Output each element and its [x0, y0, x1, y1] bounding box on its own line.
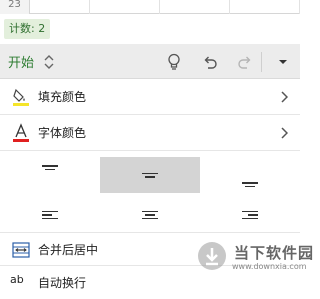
- tab-start-label: 开始: [8, 56, 35, 71]
- wrap-text-icon: ab: [10, 273, 24, 286]
- align-left-icon: [42, 210, 58, 220]
- font-color-label: 字体颜色: [38, 126, 87, 140]
- align-middle-center-icon: [142, 172, 158, 178]
- count-badge: 计数: 2: [4, 19, 51, 39]
- chevron-right-icon: [280, 116, 289, 151]
- align-top-center-button[interactable]: [0, 157, 100, 193]
- download-logo-icon: [196, 240, 228, 272]
- align-bottom-center-button[interactable]: [200, 157, 300, 193]
- align-center-icon: [142, 210, 158, 220]
- watermark: 当下软件园 www.downxia.com: [196, 238, 313, 278]
- watermark-url: www.downxia.com: [232, 262, 307, 271]
- chevron-right-icon: [280, 80, 289, 115]
- align-right-icon: [242, 210, 258, 220]
- toolbar-divider: [261, 52, 262, 72]
- row-number: 23: [0, 0, 30, 14]
- undo-icon[interactable]: [201, 53, 219, 71]
- tab-selector[interactable]: 开始: [8, 44, 54, 79]
- align-right-button[interactable]: [200, 197, 300, 233]
- redo-icon[interactable]: [236, 53, 254, 71]
- spreadsheet-strip[interactable]: 23: [0, 0, 300, 14]
- merge-center-label: 合并后居中: [38, 243, 99, 257]
- font-color-icon: [12, 123, 30, 143]
- align-middle-center-button[interactable]: [100, 157, 200, 193]
- wrap-text-label: 自动换行: [38, 276, 87, 290]
- chevron-updown-icon: [44, 54, 54, 69]
- fill-bucket-icon: [12, 87, 30, 107]
- cell[interactable]: [90, 0, 160, 14]
- fill-color-label: 填充颜色: [38, 90, 87, 104]
- dropdown-icon[interactable]: [274, 53, 292, 71]
- align-center-button[interactable]: [100, 197, 200, 233]
- cell[interactable]: [30, 0, 90, 14]
- status-bar: 计数: 2: [0, 14, 300, 44]
- ribbon-toolbar: 开始: [0, 44, 300, 79]
- align-bottom-center-icon: [242, 182, 258, 187]
- cell[interactable]: [230, 0, 300, 14]
- watermark-brand: 当下软件园: [234, 244, 315, 262]
- lightbulb-icon[interactable]: [165, 53, 183, 71]
- font-color-row[interactable]: 字体颜色: [0, 116, 300, 151]
- align-top-center-icon: [42, 165, 58, 170]
- cell[interactable]: [160, 0, 230, 14]
- alignment-grid: [0, 157, 300, 233]
- align-left-button[interactable]: [0, 197, 100, 233]
- fill-color-row[interactable]: 填充颜色: [0, 80, 300, 115]
- merge-cells-icon: [12, 241, 30, 259]
